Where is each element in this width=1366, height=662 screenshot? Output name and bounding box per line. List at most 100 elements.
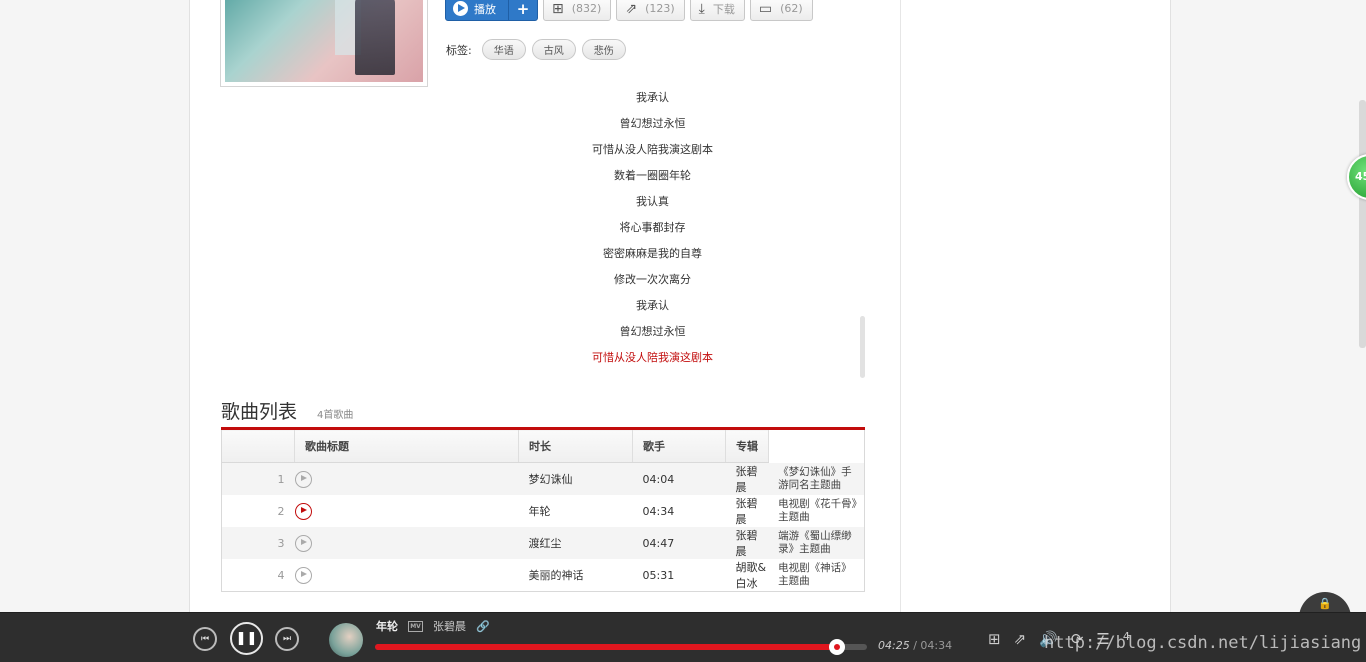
- song-table: 歌曲标题 时长 歌手 专辑 1 梦幻诛仙 04:04 张碧晨 《梦幻诛仙》手游同名主题曲…: [221, 427, 865, 592]
- row-play-icon[interactable]: [294, 470, 312, 488]
- lyric-line-current: 可惜从没人陪我演这剧本: [592, 351, 713, 364]
- comment-count: (62): [780, 2, 803, 15]
- playback-time: 04:25 / 04:34: [878, 639, 952, 652]
- download-label: 下载: [712, 2, 735, 16]
- lyric-line: 我认真: [636, 195, 669, 208]
- lyric-line: 曾幻想过永恒: [619, 117, 686, 130]
- row-album[interactable]: 端游《蜀山缥缈录》主题曲: [768, 527, 865, 559]
- now-playing-title[interactable]: 年轮: [376, 618, 398, 634]
- add-to-playlist-button[interactable]: +: [509, 0, 537, 18]
- now-playing-artist[interactable]: 张碧晨: [433, 618, 466, 634]
- row-number: 2: [277, 504, 285, 518]
- tag-item[interactable]: 华语: [481, 39, 526, 60]
- share-icon[interactable]: ⇗: [1014, 630, 1027, 648]
- tags-label: 标签:: [446, 43, 472, 57]
- notification-badge[interactable]: 45: [1347, 154, 1366, 200]
- row-play-icon[interactable]: [294, 566, 312, 584]
- total-time: 04:34: [920, 639, 953, 652]
- lyric-line: 修改一次次离分: [614, 273, 691, 286]
- row-title[interactable]: 渡红尘: [518, 527, 633, 559]
- progress-bar[interactable]: [375, 639, 867, 655]
- comment-button[interactable]: ▭ (62): [749, 0, 813, 21]
- col-title: 歌曲标题: [294, 428, 519, 463]
- next-track-button[interactable]: ⏭: [275, 627, 299, 651]
- pause-button[interactable]: ❚❚: [230, 622, 263, 655]
- row-duration: 05:31: [642, 568, 675, 582]
- progress-fill: [375, 644, 838, 650]
- download-button[interactable]: ⤓ 下载: [689, 0, 745, 21]
- lyric-line: 密密麻麻是我的自尊: [603, 247, 702, 260]
- row-title[interactable]: 美丽的神话: [519, 559, 633, 592]
- tag-item[interactable]: 古风: [531, 39, 576, 60]
- share-icon: ⇗: [625, 0, 638, 17]
- mv-icon[interactable]: MV: [408, 620, 423, 632]
- comment-icon: ▭: [758, 0, 773, 17]
- row-duration: 04:04: [632, 462, 726, 495]
- download-icon: ⤓: [698, 0, 705, 17]
- prev-track-button[interactable]: ⏮: [193, 627, 217, 651]
- col-duration: 时长: [518, 428, 633, 463]
- table-row[interactable]: 2 年轮 04:34 张碧晨 电视剧《花千骨》主题曲: [222, 495, 865, 527]
- collect-icon[interactable]: ⊞: [988, 630, 1001, 648]
- main-content: 播放 + ⊞ (832) ⇗ (123) ⤓ 下载 ▭ (62) 标签: 华语 …: [189, 0, 1171, 612]
- music-player-bar: ⏮ ❚❚ ⏭ 年轮 MV 张碧晨 🔗 04:25 / 04:34 ⊞ ⇗ 🔊 ⟳…: [0, 612, 1366, 662]
- row-play-cell: [294, 527, 519, 559]
- link-icon[interactable]: 🔗: [476, 620, 490, 633]
- table-row[interactable]: 4 美丽的神话 05:31 胡歌&白冰 电视剧《神话》主题曲: [222, 559, 865, 592]
- page-scrollbar[interactable]: [1359, 100, 1366, 348]
- play-button[interactable]: 播放: [446, 0, 509, 20]
- row-play-icon[interactable]: [294, 502, 312, 520]
- table-row[interactable]: 1 梦幻诛仙 04:04 张碧晨 《梦幻诛仙》手游同名主题曲: [221, 462, 865, 495]
- row-duration: 04:34: [642, 504, 675, 518]
- watermark-text: http://blog.csdn.net/lijiasiang: [1044, 633, 1362, 653]
- song-list-header: 歌曲列表 4首歌曲: [221, 397, 353, 424]
- now-playing-thumbnail[interactable]: [329, 623, 363, 657]
- play-icon: [453, 1, 468, 16]
- lyric-line: 我承认: [636, 299, 669, 312]
- row-play-cell: [294, 495, 519, 527]
- row-play-cell: [294, 559, 519, 592]
- album-cover-image: [225, 0, 423, 82]
- song-list-title: 歌曲列表: [221, 401, 298, 423]
- lyric-line: 可惜从没人陪我演这剧本: [592, 143, 713, 156]
- table-row[interactable]: 3 渡红尘 04:47 张碧晨 端游《蜀山缥缈录》主题曲: [221, 527, 865, 559]
- col-index: [221, 428, 295, 463]
- row-number: 3: [221, 527, 295, 559]
- row-play-icon[interactable]: [294, 534, 312, 552]
- row-artist[interactable]: 胡歌&白冰: [726, 559, 769, 592]
- share-button[interactable]: ⇗ (123): [616, 0, 685, 21]
- progress-handle[interactable]: [829, 639, 846, 655]
- lyric-line: 数着一圈圈年轮: [614, 169, 691, 182]
- lyric-line: 将心事都封存: [619, 221, 686, 234]
- row-artist[interactable]: 张碧晨: [725, 462, 769, 495]
- row-album[interactable]: 电视剧《花千骨》主题曲: [768, 495, 864, 527]
- folder-add-icon: ⊞: [552, 0, 564, 17]
- lyrics-scrollbar[interactable]: [860, 316, 865, 378]
- song-action-bar: 播放 + ⊞ (832) ⇗ (123) ⤓ 下载 ▭ (62): [445, 0, 813, 22]
- row-title[interactable]: 梦幻诛仙: [518, 462, 633, 495]
- col-artist: 歌手: [632, 428, 726, 463]
- collect-count: (832): [571, 2, 602, 15]
- share-count: (123): [645, 2, 675, 15]
- lyric-line: 我承认: [636, 91, 669, 104]
- elapsed-time: 04:25: [878, 639, 910, 652]
- sidebar-divider: [900, 0, 901, 612]
- row-number: 1: [221, 462, 295, 495]
- row-duration: 04:47: [632, 527, 726, 559]
- time-separator: /: [913, 639, 917, 652]
- song-list-count: 4首歌曲: [317, 410, 354, 421]
- collect-button[interactable]: ⊞ (832): [543, 0, 612, 21]
- now-playing-info: 年轮 MV 张碧晨 🔗: [376, 618, 490, 634]
- row-number: 4: [277, 568, 285, 582]
- play-button-label: 播放: [474, 2, 496, 16]
- row-artist[interactable]: 张碧晨: [725, 527, 769, 559]
- row-album[interactable]: 电视剧《神话》主题曲: [768, 559, 864, 592]
- row-play-cell: [294, 462, 519, 495]
- tag-item[interactable]: 悲伤: [581, 39, 626, 60]
- row-artist[interactable]: 张碧晨: [726, 495, 769, 527]
- lyrics-panel: 我承认 曾幻想过永恒 可惜从没人陪我演这剧本 数着一圈圈年轮 我认真 将心事都封存 密密麻麻…: [445, 88, 860, 374]
- col-album: 专辑: [725, 428, 769, 463]
- row-album[interactable]: 《梦幻诛仙》手游同名主题曲: [768, 462, 865, 495]
- album-cover[interactable]: [220, 0, 428, 87]
- row-title[interactable]: 年轮: [519, 495, 633, 527]
